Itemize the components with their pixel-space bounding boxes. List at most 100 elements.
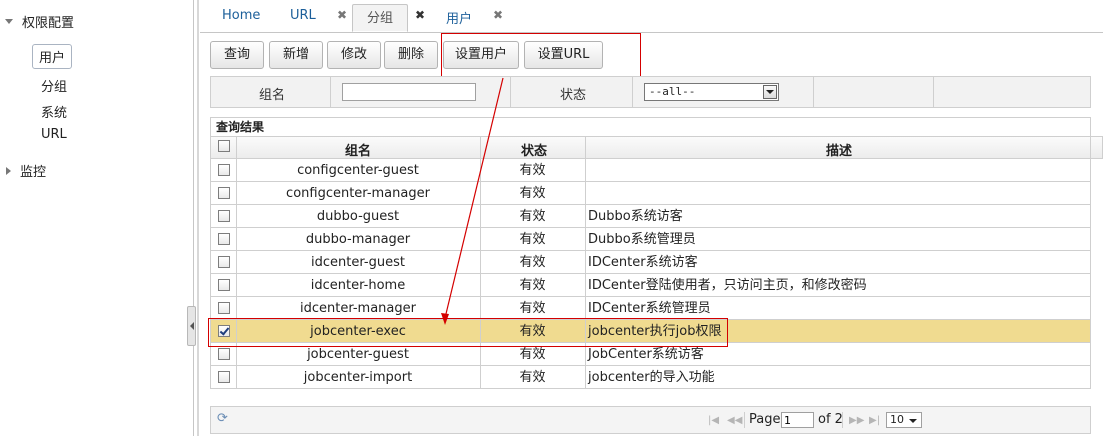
row-checkbox[interactable]	[218, 302, 230, 314]
cell-status: 有效	[519, 301, 546, 316]
query-button[interactable]: 查询	[210, 41, 264, 69]
cell-name: configcenter-guest	[297, 163, 419, 178]
grid-column-line	[585, 136, 586, 389]
status-filter-select[interactable]: --all--	[644, 83, 779, 101]
close-icon[interactable]: ✖	[493, 8, 503, 22]
first-page-icon[interactable]: |◀	[708, 415, 719, 426]
close-icon[interactable]: ✖	[337, 8, 347, 22]
grid-border-right	[1090, 136, 1091, 389]
pager-separator	[744, 412, 745, 428]
grid-header	[210, 136, 1103, 159]
filter-divider	[632, 76, 633, 108]
grid-title: 查询结果	[210, 117, 1091, 136]
table-row[interactable]: dubbo-guest 有效 Dubbo系统访客	[210, 205, 1091, 228]
select-all-checkbox[interactable]	[218, 140, 230, 152]
row-checkbox[interactable]	[218, 187, 230, 199]
sidebar-collapse-handle[interactable]	[187, 306, 196, 346]
page-size-select[interactable]: 10	[886, 412, 922, 428]
cell-name: configcenter-manager	[286, 186, 430, 201]
cell-name: jobcenter-import	[303, 370, 413, 385]
row-checkbox[interactable]	[218, 233, 230, 245]
row-checkbox[interactable]	[218, 210, 230, 222]
name-filter-input[interactable]	[342, 83, 476, 101]
prev-page-icon[interactable]: ◀◀	[727, 415, 742, 426]
cell-name: idcenter-guest	[311, 255, 405, 270]
chevron-down-icon	[909, 419, 917, 423]
annotation-highlight-box	[441, 33, 641, 78]
filter-divider	[813, 76, 814, 108]
table-row[interactable]: idcenter-manager 有效 IDCenter系统管理员	[210, 297, 1091, 320]
row-checkbox[interactable]	[218, 279, 230, 291]
close-icon[interactable]: ✖	[415, 8, 425, 22]
dropdown-button[interactable]	[763, 85, 777, 99]
cell-description: Dubbo系统访客	[588, 209, 683, 224]
sidebar-item-label: 系统	[41, 106, 68, 121]
collapse-triangle-icon	[6, 166, 11, 175]
tab-url[interactable]: URL	[290, 8, 316, 23]
sidebar-group-monitor[interactable]: 监控	[6, 161, 46, 180]
tab-home[interactable]: Home	[222, 8, 260, 23]
sidebar: 权限配置 用户 分组 系统 URL 监控	[0, 0, 193, 436]
cell-name: idcenter-manager	[300, 301, 416, 316]
next-page-icon[interactable]: ▶▶	[849, 415, 864, 426]
cell-status: 有效	[519, 186, 546, 201]
table-row[interactable]: configcenter-guest 有效	[210, 159, 1091, 182]
column-header-status[interactable]: 状态	[521, 140, 547, 159]
row-checkbox[interactable]	[218, 164, 230, 176]
annotation-highlight-box	[208, 318, 728, 347]
sidebar-group-permissions[interactable]: 权限配置	[5, 12, 74, 31]
delete-button[interactable]: 删除	[384, 41, 438, 69]
cell-description: Dubbo系统管理员	[588, 232, 696, 247]
name-filter-label: 组名	[259, 88, 286, 103]
splitter[interactable]	[197, 0, 199, 436]
sidebar-item-label: URL	[41, 127, 67, 142]
sidebar-border	[193, 0, 194, 436]
column-header-name[interactable]: 组名	[345, 140, 371, 159]
table-row[interactable]: idcenter-home 有效 IDCenter登陆使用者，只访问主页，和修改…	[210, 274, 1091, 297]
edit-button[interactable]: 修改	[327, 41, 381, 69]
row-checkbox[interactable]	[218, 256, 230, 268]
cell-name: dubbo-guest	[316, 209, 400, 224]
sidebar-item-label: 用户	[39, 51, 66, 66]
cell-status: 有效	[519, 278, 546, 293]
row-checkbox[interactable]	[218, 348, 230, 360]
grid-column-line	[236, 136, 237, 389]
table-row[interactable]: configcenter-manager 有效	[210, 182, 1091, 205]
sidebar-group-label: 权限配置	[22, 16, 75, 31]
expand-triangle-icon	[5, 19, 13, 24]
table-row[interactable]: dubbo-manager 有效 Dubbo系统管理员	[210, 228, 1091, 251]
sidebar-item-url[interactable]: URL	[41, 127, 67, 142]
cell-status: 有效	[519, 232, 546, 247]
cell-status: 有效	[519, 370, 546, 385]
tab-bar	[200, 0, 1103, 33]
status-select-value: --all--	[649, 85, 696, 98]
sidebar-item-systems[interactable]: 系统	[41, 102, 67, 121]
table-row[interactable]: idcenter-guest 有效 IDCenter系统访客	[210, 251, 1091, 274]
cell-description: jobcenter的导入功能	[588, 370, 715, 385]
filter-divider	[330, 76, 331, 108]
refresh-icon[interactable]: ⟳	[217, 411, 228, 426]
status-filter-label: 状态	[560, 88, 587, 103]
chevron-left-icon	[189, 322, 194, 330]
sidebar-item-users[interactable]: 用户	[32, 44, 73, 69]
column-header-description[interactable]: 描述	[826, 140, 852, 159]
grid-border-left	[210, 136, 211, 389]
page-number-input[interactable]	[781, 412, 814, 428]
chevron-down-icon	[766, 90, 774, 94]
row-checkbox[interactable]	[218, 371, 230, 383]
sidebar-group-label: 监控	[20, 165, 47, 180]
cell-description: IDCenter系统管理员	[588, 301, 711, 316]
add-button[interactable]: 新增	[269, 41, 323, 69]
pager-separator	[842, 412, 843, 428]
cell-name: dubbo-manager	[305, 232, 411, 247]
last-page-icon[interactable]: ▶|	[869, 415, 880, 426]
sidebar-item-groups[interactable]: 分组	[41, 76, 67, 95]
cell-status: 有效	[519, 209, 546, 224]
cell-description: IDCenter系统访客	[588, 255, 698, 270]
cell-description: IDCenter登陆使用者，只访问主页，和修改密码	[588, 278, 867, 293]
filter-divider	[933, 76, 934, 108]
tab-users[interactable]: 用户	[446, 8, 472, 27]
table-row[interactable]: jobcenter-import 有效 jobcenter的导入功能	[210, 366, 1091, 389]
tab-groups[interactable]: 分组	[352, 4, 409, 32]
page-count: of 2	[818, 412, 843, 427]
